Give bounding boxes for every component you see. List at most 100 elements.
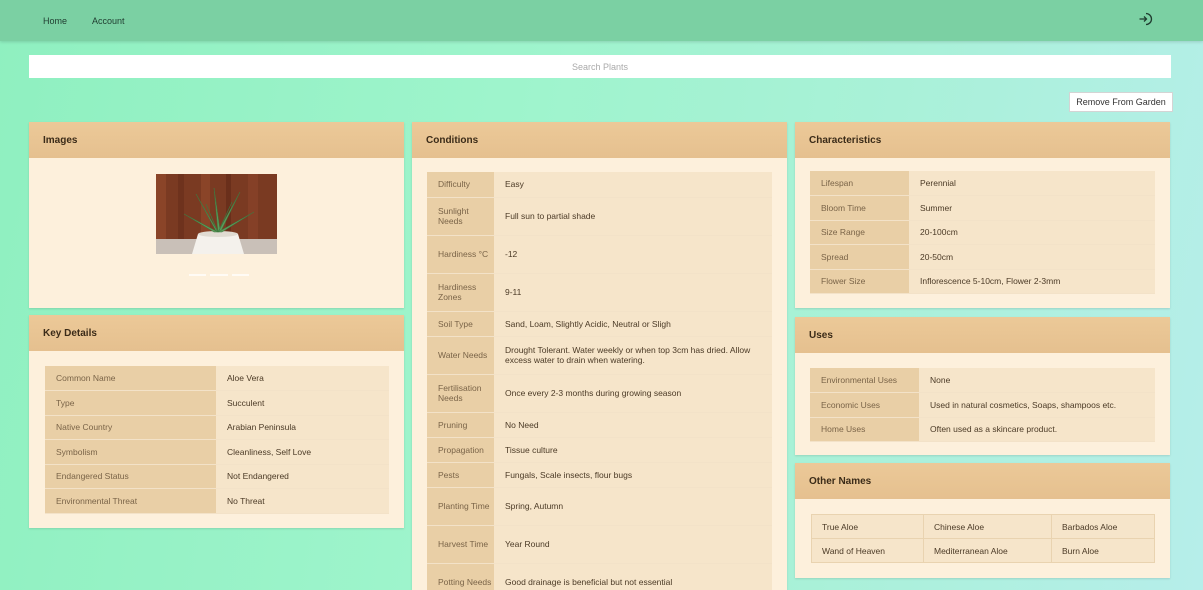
table-row: Sunlight Needs Full sun to partial shade [427, 197, 772, 236]
table-key: Spread [810, 244, 909, 270]
key-details-card-title: Key Details [29, 315, 404, 351]
table-key: Planting Time [427, 487, 494, 526]
table-value: Not Endangered [216, 464, 389, 489]
table-row: Size Range 20-100cm [810, 220, 1155, 245]
table-key: Common Name [45, 366, 216, 391]
table-row: Environmental Uses None [810, 368, 1155, 393]
table-key: Economic Uses [810, 392, 919, 418]
table-key: Lifespan [810, 171, 909, 196]
table-row: Lifespan Perennial [810, 171, 1155, 196]
table-value: 9-11 [494, 273, 772, 312]
table-value: Often used as a skincare product. [919, 417, 1155, 442]
table-key: Soil Type [427, 311, 494, 337]
table-row: Bloom Time Summer [810, 195, 1155, 221]
conditions-card-title: Conditions [412, 122, 787, 158]
carousel-indicators[interactable] [189, 274, 249, 276]
table-value: No Need [494, 412, 772, 438]
table-row: Spread 20-50cm [810, 244, 1155, 270]
table-key: Environmental Uses [810, 368, 919, 393]
table-value: Arabian Peninsula [216, 415, 389, 440]
table-key: Propagation [427, 437, 494, 463]
table-key: Flower Size [810, 269, 909, 294]
other-names-table: True Aloe Chinese Aloe Barbados Aloe Wan… [811, 514, 1155, 563]
table-row: True Aloe Chinese Aloe Barbados Aloe [811, 514, 1155, 539]
table-row: Hardiness Zones 9-11 [427, 273, 772, 312]
table-key: Hardiness °C [427, 235, 494, 274]
uses-card-title: Uses [795, 317, 1170, 353]
table-value: Spring, Autumn [494, 487, 772, 526]
table-value: Once every 2-3 months during growing sea… [494, 374, 772, 413]
table-value: -12 [494, 235, 772, 274]
table-key: Potting Needs [427, 563, 494, 590]
table-value: None [919, 368, 1155, 393]
table-value: 20-50cm [909, 244, 1155, 270]
table-row: Planting Time Spring, Autumn [427, 487, 772, 526]
logout-icon[interactable] [1137, 11, 1153, 27]
images-card-title: Images [29, 122, 404, 158]
uses-table: Environmental Uses None Economic Uses Used… [810, 368, 1155, 442]
table-key: Size Range [810, 220, 909, 245]
table-key: Type [45, 390, 216, 416]
table-value: No Threat [216, 488, 389, 514]
table-key: Sunlight Needs [427, 197, 494, 236]
table-row: Harvest Time Year Round [427, 525, 772, 564]
characteristics-card: Characteristics Lifespan Perennial Bloom … [795, 122, 1170, 308]
table-value: Sand, Loam, Slightly Acidic, Neutral or … [494, 311, 772, 337]
table-row: Type Succulent [45, 390, 389, 416]
table-row: Common Name Aloe Vera [45, 366, 389, 391]
table-key: Bloom Time [810, 195, 909, 221]
table-value: Aloe Vera [216, 366, 389, 391]
table-key: Hardiness Zones [427, 273, 494, 312]
nav-account-link[interactable]: Account [92, 16, 125, 26]
nav-home-link[interactable]: Home [43, 16, 67, 26]
table-row: Propagation Tissue culture [427, 437, 772, 463]
table-value: Year Round [494, 525, 772, 564]
table-key: Symbolism [45, 439, 216, 465]
table-key: Fertilisation Needs [427, 374, 494, 413]
characteristics-table: Lifespan Perennial Bloom Time Summer Size … [810, 171, 1155, 294]
other-name-cell: Wand of Heaven [811, 538, 924, 563]
table-key: Endangered Status [45, 464, 216, 489]
table-value: Tissue culture [494, 437, 772, 463]
other-name-cell: True Aloe [811, 514, 924, 539]
table-row: Fertilisation Needs Once every 2-3 months… [427, 374, 772, 413]
images-card: Images [29, 122, 404, 308]
table-row: Soil Type Sand, Loam, Slightly Acidic, Ne… [427, 311, 772, 337]
other-name-cell: Barbados Aloe [1051, 514, 1155, 539]
remove-from-garden-button[interactable]: Remove From Garden [1069, 92, 1173, 112]
table-row: Pruning No Need [427, 412, 772, 438]
table-row: Pests Fungals, Scale insects, flour bugs [427, 462, 772, 488]
table-value: Drought Tolerant. Water weekly or when t… [494, 336, 772, 375]
table-key: Harvest Time [427, 525, 494, 564]
table-value: 20-100cm [909, 220, 1155, 245]
uses-card: Uses Environmental Uses None Economic Use… [795, 317, 1170, 455]
table-value: Inflorescence 5-10cm, Flower 2-3mm [909, 269, 1155, 294]
table-key: Water Needs [427, 336, 494, 375]
table-row: Environmental Threat No Threat [45, 488, 389, 514]
table-row: Endangered Status Not Endangered [45, 464, 389, 489]
top-navbar: Home Account [0, 0, 1203, 41]
search-input[interactable] [29, 55, 1171, 78]
table-value: Perennial [909, 171, 1155, 196]
table-row: Economic Uses Used in natural cosmetics, … [810, 392, 1155, 418]
table-value: Good drainage is beneficial but not esse… [494, 563, 772, 590]
table-value: Fungals, Scale insects, flour bugs [494, 462, 772, 488]
table-row: Potting Needs Good drainage is beneficial… [427, 563, 772, 590]
other-name-cell: Chinese Aloe [923, 514, 1052, 539]
table-key: Home Uses [810, 417, 919, 442]
key-details-card: Key Details Common Name Aloe Vera Type Suc… [29, 315, 404, 528]
table-value: Easy [494, 172, 772, 198]
table-value: Full sun to partial shade [494, 197, 772, 236]
table-row: Flower Size Inflorescence 5-10cm, Flower … [810, 269, 1155, 294]
table-key: Pruning [427, 412, 494, 438]
table-row: Symbolism Cleanliness, Self Love [45, 439, 389, 465]
table-key: Environmental Threat [45, 488, 216, 514]
conditions-table: Difficulty Easy Sunlight Needs Full sun to… [427, 172, 772, 590]
characteristics-card-title: Characteristics [795, 122, 1170, 158]
plant-image[interactable] [156, 174, 277, 254]
table-value: Used in natural cosmetics, Soaps, shampo… [919, 392, 1155, 418]
table-value: Cleanliness, Self Love [216, 439, 389, 465]
other-names-card: Other Names True Aloe Chinese Aloe Barba… [795, 463, 1170, 578]
table-row: Difficulty Easy [427, 172, 772, 198]
table-value: Succulent [216, 390, 389, 416]
